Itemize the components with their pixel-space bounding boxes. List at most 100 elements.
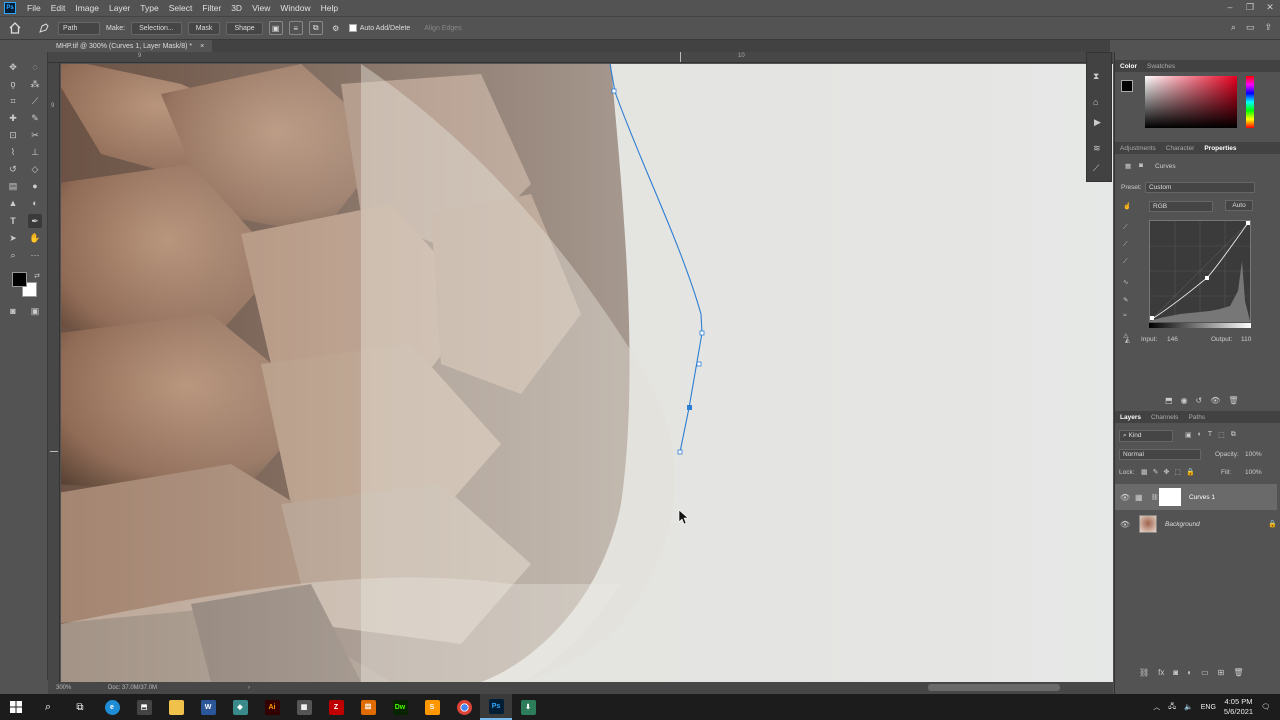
visibility-icon[interactable]: 👁 bbox=[1210, 396, 1220, 405]
search-icon[interactable]: ⌕ bbox=[32, 694, 64, 720]
new-adjustment-icon[interactable]: ◐ bbox=[1187, 668, 1192, 677]
adjustment-filter-icon[interactable]: ◐ bbox=[1198, 431, 1202, 439]
curve-edit-icon[interactable]: ∿ bbox=[1123, 278, 1128, 286]
layer-thumbnail[interactable] bbox=[1139, 515, 1157, 533]
path-mode-select[interactable]: Path bbox=[58, 21, 100, 35]
home-icon[interactable] bbox=[0, 22, 30, 34]
menu-3d[interactable]: 3D bbox=[226, 3, 247, 13]
clone-stamp-icon[interactable]: ⊥ bbox=[28, 145, 42, 159]
crop-tool-icon[interactable]: ⌗ bbox=[6, 94, 20, 108]
output-value[interactable]: 110 bbox=[1241, 336, 1251, 343]
fx-icon[interactable]: fx bbox=[1158, 668, 1164, 677]
blur-tool-icon[interactable]: ● bbox=[28, 179, 42, 193]
selection-button[interactable]: Selection... bbox=[131, 21, 182, 35]
minimize-button[interactable]: – bbox=[1220, 0, 1240, 14]
history-icon[interactable]: ⧗ bbox=[1093, 71, 1099, 82]
move-tool-icon[interactable]: ✥ bbox=[6, 60, 20, 74]
type-tool-icon[interactable]: T bbox=[6, 214, 20, 228]
menu-layer[interactable]: Layer bbox=[104, 3, 135, 13]
fill-value[interactable]: 100% bbox=[1245, 469, 1262, 476]
opacity-value[interactable]: 100% bbox=[1245, 451, 1262, 458]
menu-image[interactable]: Image bbox=[70, 3, 104, 13]
downloads-icon[interactable]: ⬇ bbox=[512, 694, 544, 720]
gray-point-eyedropper-icon[interactable]: ⟋ bbox=[1123, 241, 1128, 249]
sponge-tool-icon[interactable]: ◐ bbox=[28, 196, 42, 210]
link-layers-icon[interactable]: ⛓ bbox=[1139, 668, 1149, 677]
menu-select[interactable]: Select bbox=[164, 3, 198, 13]
lock-artboard-icon[interactable]: ⬚ bbox=[1174, 468, 1181, 476]
visibility-eye-icon[interactable]: 👁 bbox=[1115, 520, 1135, 529]
menu-edit[interactable]: Edit bbox=[46, 3, 71, 13]
lasso-tool-icon[interactable]: ϙ bbox=[6, 77, 20, 91]
layer-name[interactable]: Curves 1 bbox=[1189, 494, 1215, 501]
task-view-icon[interactable]: ⧉ bbox=[64, 694, 96, 720]
shape-filter-icon[interactable]: ⬚ bbox=[1218, 431, 1225, 439]
menu-type[interactable]: Type bbox=[135, 3, 163, 13]
delete-layer-icon[interactable]: 🗑 bbox=[1233, 668, 1243, 677]
share-icon[interactable]: ⇪ bbox=[1264, 22, 1272, 33]
path-alignment-icon[interactable]: ≡ bbox=[288, 21, 303, 35]
input-value[interactable]: 146 bbox=[1167, 336, 1178, 343]
actions-play-icon[interactable]: ▶ bbox=[1094, 117, 1101, 128]
eyedropper-tool-icon[interactable]: ⟋ bbox=[28, 94, 42, 108]
menu-file[interactable]: File bbox=[22, 3, 46, 13]
mask-link-icon[interactable]: ⛓ bbox=[1151, 494, 1159, 501]
tab-paths[interactable]: Paths bbox=[1183, 414, 1210, 421]
chrome-icon[interactable] bbox=[448, 694, 480, 720]
lock-icon[interactable]: 🔒 bbox=[1268, 520, 1277, 528]
hand-rotate-tool-icon[interactable]: ✋ bbox=[28, 231, 42, 245]
close-tab-icon[interactable]: × bbox=[200, 43, 204, 50]
file-explorer-icon[interactable] bbox=[160, 694, 192, 720]
workspace-icon[interactable]: ▭ bbox=[1246, 22, 1255, 33]
layer-row-background[interactable]: 👁 Background 🔒 bbox=[1115, 511, 1277, 537]
brush-settings-icon[interactable]: ⌂ bbox=[1093, 97, 1098, 107]
marquee-tool-icon[interactable]: ◌ bbox=[28, 60, 42, 74]
notifications-icon[interactable]: 🗨 bbox=[1261, 703, 1270, 711]
layer-row-curves[interactable]: 👁 ▦ ⛓ Curves 1 bbox=[1115, 484, 1277, 510]
channel-select[interactable]: RGB bbox=[1149, 201, 1213, 212]
start-icon[interactable] bbox=[0, 694, 32, 720]
lock-transparent-icon[interactable]: ▦ bbox=[1141, 468, 1148, 476]
tab-properties[interactable]: Properties bbox=[1199, 145, 1241, 152]
color-foreground-swatch[interactable] bbox=[1121, 80, 1133, 92]
word-icon[interactable]: W bbox=[192, 694, 224, 720]
filezilla-icon[interactable]: Z bbox=[320, 694, 352, 720]
clipping-icon[interactable]: ◭ bbox=[1125, 336, 1130, 344]
brush-tool-icon[interactable]: ✎ bbox=[28, 111, 42, 125]
auto-add-delete-checkbox[interactable] bbox=[348, 24, 357, 32]
on-image-adjust-icon[interactable]: ☝ bbox=[1123, 202, 1131, 210]
zoom-tool-icon[interactable]: ⌕ bbox=[6, 248, 20, 262]
layer-name[interactable]: Background bbox=[1165, 521, 1200, 528]
clock[interactable]: 4:05 PM 5/6/2021 bbox=[1224, 697, 1253, 717]
tab-adjustments[interactable]: Adjustments bbox=[1115, 145, 1161, 152]
clone-source-icon[interactable]: ⟋ bbox=[1093, 163, 1099, 174]
network-icon[interactable]: 🖧 bbox=[1168, 702, 1176, 713]
menu-help[interactable]: Help bbox=[316, 3, 343, 13]
auto-button[interactable]: Auto bbox=[1225, 200, 1253, 211]
patch-tool-icon[interactable]: ⊡ bbox=[6, 128, 20, 142]
hue-slider[interactable] bbox=[1246, 76, 1254, 128]
preset-select[interactable]: Custom bbox=[1145, 182, 1255, 193]
edge-icon[interactable]: e bbox=[96, 694, 128, 720]
clip-to-layer-icon[interactable]: ⬒ bbox=[1165, 396, 1173, 405]
lock-position-icon[interactable]: ✥ bbox=[1164, 468, 1170, 476]
view-previous-icon[interactable]: ◉ bbox=[1181, 396, 1188, 405]
tab-color[interactable]: Color bbox=[1115, 63, 1142, 70]
path-arrangement-icon[interactable]: ⧉ bbox=[308, 21, 323, 35]
pencil-draw-icon[interactable]: ✎ bbox=[1123, 296, 1128, 304]
curves-graph[interactable] bbox=[1149, 220, 1251, 322]
content-aware-move-icon[interactable]: ✂ bbox=[28, 128, 42, 142]
paint-brush-icon[interactable]: ⌇ bbox=[6, 145, 20, 159]
layer-filter-select[interactable]: ⌕ Kind bbox=[1119, 430, 1173, 442]
swap-colors-icon[interactable]: ⇄ bbox=[30, 269, 44, 283]
quick-mask-icon[interactable]: ◙ bbox=[6, 304, 20, 318]
tab-channels[interactable]: Channels bbox=[1146, 414, 1183, 421]
zoom-level[interactable]: 300% bbox=[48, 685, 108, 691]
illustrator-icon[interactable]: Ai bbox=[256, 694, 288, 720]
lock-all-icon[interactable]: 🔒 bbox=[1186, 468, 1195, 476]
gear-icon[interactable]: ⚙ bbox=[329, 21, 343, 35]
blend-mode-select[interactable]: Normal bbox=[1119, 449, 1201, 460]
eraser-tool-icon[interactable]: ◇ bbox=[28, 162, 42, 176]
dreamweaver-icon[interactable]: Dw bbox=[384, 694, 416, 720]
healing-brush-icon[interactable]: ✚ bbox=[6, 111, 20, 125]
